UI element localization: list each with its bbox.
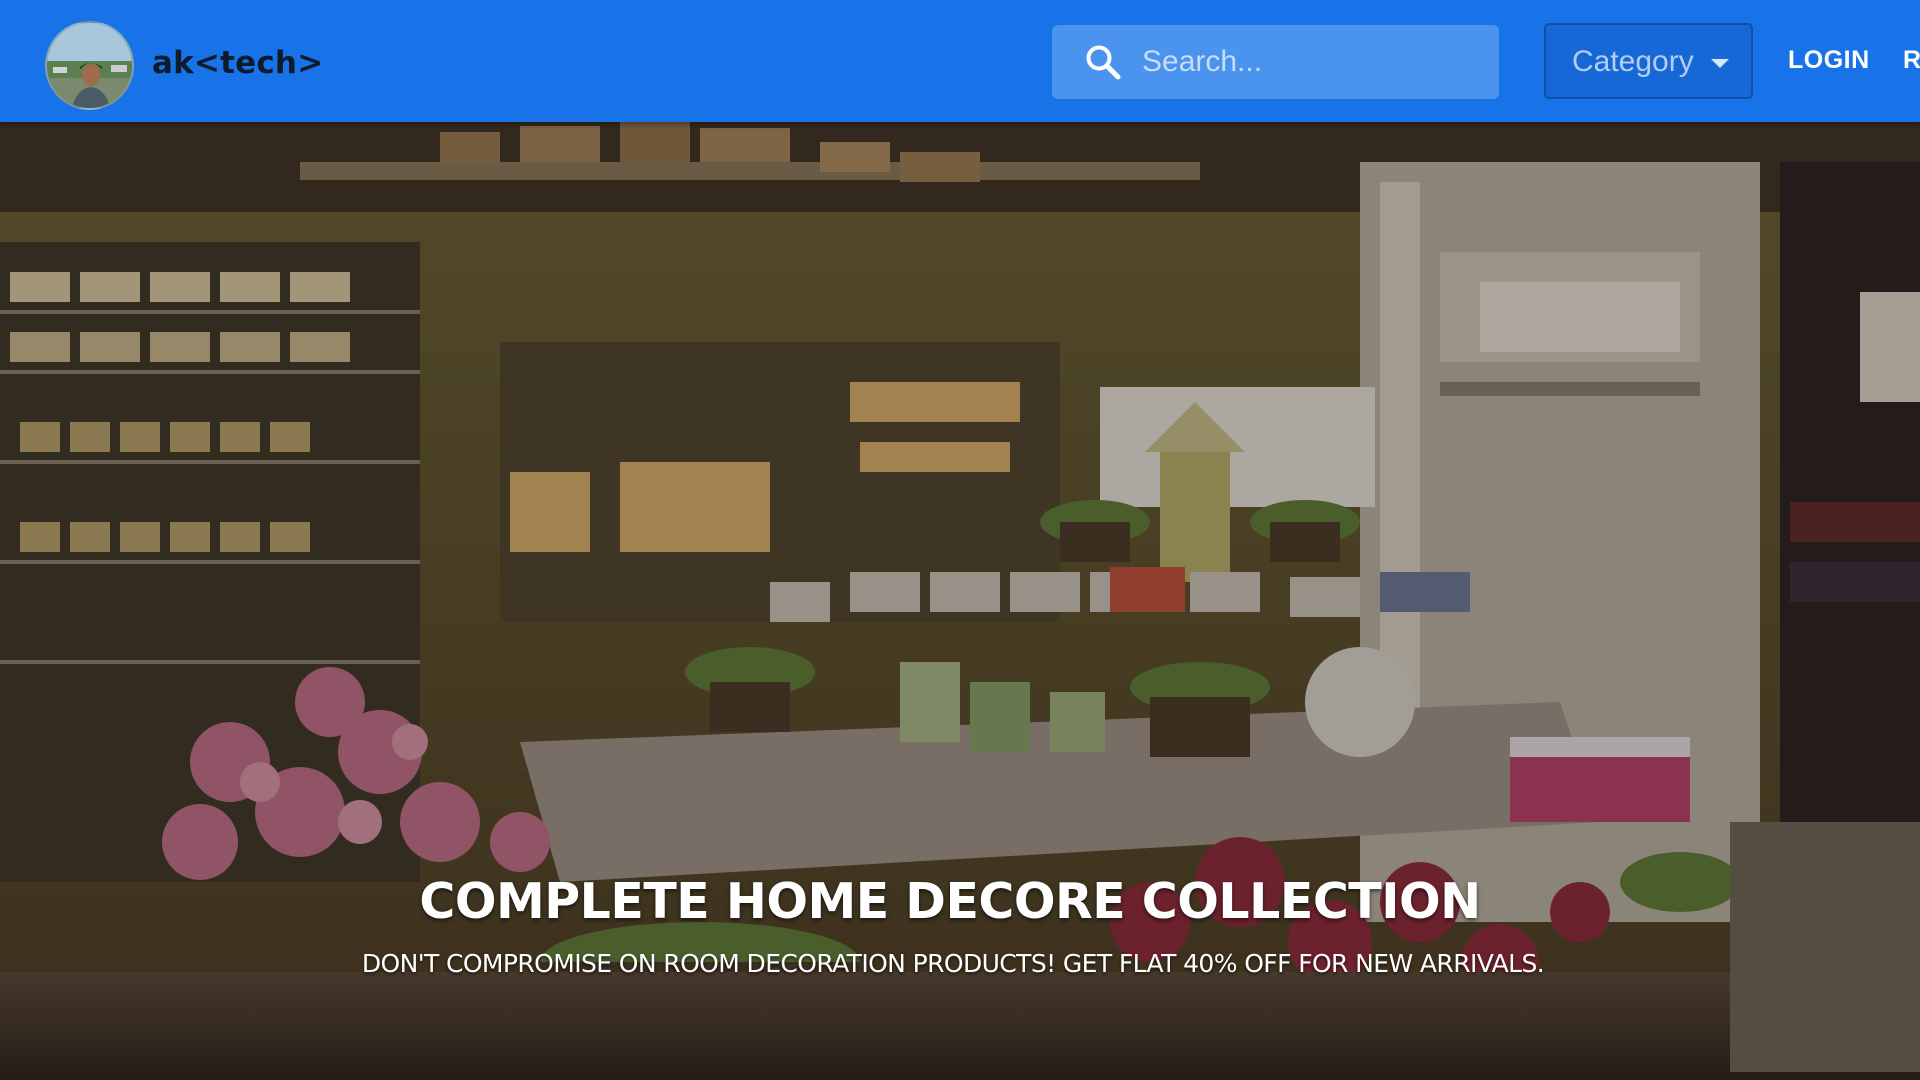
category-label: Category [1572,45,1694,78]
search-box [1052,25,1499,99]
login-link[interactable]: LOGIN [1788,46,1870,75]
hero-subtitle: DON'T COMPROMISE ON ROOM DECORATION PROD… [361,949,1545,978]
register-link[interactable]: R [1903,46,1920,75]
category-dropdown[interactable]: Category [1544,23,1753,99]
chevron-down-icon [1711,59,1729,68]
avatar[interactable] [45,21,134,110]
search-icon[interactable] [1084,43,1122,81]
avatar-photo [47,23,132,108]
hero-dark-overlay [0,122,1920,1080]
top-navbar: ak<tech> Category LOGIN R [0,0,1920,122]
brand-name[interactable]: ak<tech> [152,45,323,81]
hero-banner: COMPLETE HOME DECORE COLLECTION DON'T CO… [0,122,1920,1080]
hero-title: COMPLETE HOME DECORE COLLECTION [419,872,1481,930]
search-input[interactable] [1140,25,1480,99]
